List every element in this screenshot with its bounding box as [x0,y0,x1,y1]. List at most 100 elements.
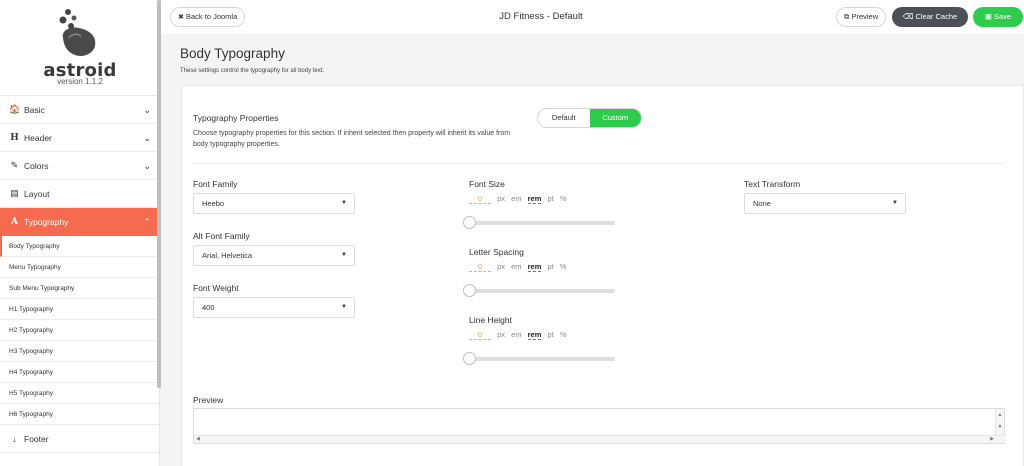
unit-em[interactable]: em [511,330,521,339]
eraser-icon: ⌫ [902,12,914,21]
font-family-select[interactable]: Heebo ▼ [193,193,355,214]
unit-pt[interactable]: pt [547,194,553,203]
letter-spacing-slider[interactable] [463,284,615,297]
sidebar-item-label: Layout [24,188,50,199]
text-transform-value: None [753,199,771,208]
sidebar-subitem-h3-typography[interactable]: H3 Typography [0,341,159,362]
sidebar-item-colors[interactable]: ✎ Colors ⌄ [0,152,159,180]
unit-percent[interactable]: % [560,194,567,203]
line-height-input[interactable]: 0 [469,330,491,340]
sidebar-item-label: Footer [24,433,49,444]
preview-horizontal-scrollbar[interactable]: ◀ ▶ [194,435,1006,443]
typography-properties-label: Typography Properties [193,113,279,123]
alt-font-family-label: Alt Font Family [193,231,250,241]
caret-down-icon: ▼ [341,200,347,206]
clear-cache-label: Clear Cache [915,12,958,21]
sidebar-subitem-h2-typography[interactable]: H2 Typography [0,320,159,341]
divider [193,163,1005,164]
sidebar-item-label: Colors [24,160,49,171]
sidebar-item-footer[interactable]: ↓ Footer [0,425,159,453]
font-size-slider[interactable] [463,216,615,229]
sidebar-item-header[interactable]: H Header ⌄ [0,124,159,152]
slider-handle[interactable] [463,352,476,365]
unit-rem[interactable]: rem [527,330,542,340]
font-size-unit-row: 0 px em rem pt % [469,194,571,208]
sidebar-item-label: Basic [24,104,45,115]
font-size-label: Font Size [469,179,505,189]
font-family-value: Heebo [202,199,225,208]
caret-down-icon: ▼ [892,200,898,206]
alt-font-family-select[interactable]: Arial, Helvetica ▼ [193,245,355,266]
home-icon: 🏠 [9,104,21,114]
letter-spacing-unit-row: 0 px em rem pt % [469,262,571,276]
chevron-down-icon: ⌄ [143,105,151,115]
slider-handle[interactable] [463,284,476,297]
toggle-custom-option[interactable]: Custom [589,109,641,127]
unit-rem[interactable]: rem [527,262,542,272]
sidebar-item-layout[interactable]: ▤ Layout [0,180,159,208]
save-button[interactable]: ▣ Save [973,7,1023,27]
unit-percent[interactable]: % [560,330,567,339]
topbar: ✖ Back to Joomla JD Fitness - Default ⧉ … [161,0,1024,34]
template-title: JD Fitness - Default [499,11,583,22]
font-weight-value: 400 [202,303,215,312]
preview-button[interactable]: ⧉ Preview [836,7,887,27]
line-height-label: Line Height [469,315,513,325]
sidebar-item-label: Header [24,132,52,143]
unit-pt[interactable]: pt [547,262,553,271]
sidebar-subitem-h5-typography[interactable]: H5 Typography [0,383,159,404]
sidebar-subitem-submenu-typography[interactable]: Sub Menu Typography [0,278,159,299]
letter-spacing-label: Letter Spacing [469,247,524,257]
font-size-input[interactable]: 0 [469,194,491,204]
floppy-icon: ▣ [984,12,992,21]
preview-button-label: Preview [851,12,879,21]
toggle-default-option[interactable]: Default [538,109,590,127]
external-link-icon: ⧉ [844,12,850,21]
brand-logo[interactable]: astroid version 1.1.2 [0,0,159,96]
arrow-down-icon: ↓ [12,433,17,444]
header-icon: H [10,132,19,143]
page-description: These settings control the typography fo… [180,68,325,74]
typography-mode-toggle[interactable]: Default Custom [537,108,642,128]
unit-px[interactable]: px [497,262,505,271]
unit-percent[interactable]: % [560,262,567,271]
unit-em[interactable]: em [511,262,521,271]
chevron-down-icon: ⌄ [143,133,151,143]
preview-label: Preview [193,395,224,405]
main-content: Body Typography These settings control t… [161,34,1024,466]
text-transform-label: Text Transform [744,179,801,189]
preview-vertical-scrollbar[interactable]: ▲ ▼ [995,409,1004,436]
unit-px[interactable]: px [497,330,505,339]
sidebar: astroid version 1.1.2 🏠 Basic ⌄ H Header… [0,0,160,466]
sidebar-item-basic[interactable]: 🏠 Basic ⌄ [0,96,159,124]
sidebar-item-typography[interactable]: A Typography ⌃ [0,208,159,236]
sidebar-subitem-body-typography[interactable]: Body Typography [0,236,159,257]
caret-down-icon: ▼ [341,304,347,310]
unit-px[interactable]: px [497,194,505,203]
unit-pt[interactable]: pt [547,330,553,339]
font-family-label: Font Family [193,179,238,189]
chevron-up-icon: ⌃ [143,217,151,227]
slider-handle[interactable] [463,216,476,229]
caret-down-icon: ▼ [341,252,347,258]
sidebar-subitem-menu-typography[interactable]: Menu Typography [0,257,159,278]
brand-version: version 1.1.2 [57,77,103,86]
unit-rem[interactable]: rem [527,194,542,204]
alt-font-family-value: Arial, Helvetica [202,251,253,260]
preview-textarea[interactable]: ▲ ▼ ◀ ▶ [193,408,1006,444]
sidebar-subitem-h6-typography[interactable]: H6 Typography [0,404,159,425]
save-button-label: Save [994,12,1012,21]
font-icon: A [11,217,18,227]
clear-cache-button[interactable]: ⌫ Clear Cache [892,7,968,27]
astroid-logo-icon [59,9,96,56]
chevron-down-icon: ⌄ [143,161,151,171]
text-transform-select[interactable]: None ▼ [744,193,906,214]
sidebar-subitem-h4-typography[interactable]: H4 Typography [0,362,159,383]
sidebar-item-label: Typography [24,217,69,227]
font-weight-select[interactable]: 400 ▼ [193,297,355,318]
line-height-slider[interactable] [463,352,615,365]
line-height-unit-row: 0 px em rem pt % [469,330,571,344]
letter-spacing-input[interactable]: 0 [469,262,491,272]
unit-em[interactable]: em [511,194,521,203]
sidebar-subitem-h1-typography[interactable]: H1 Typography [0,299,159,320]
